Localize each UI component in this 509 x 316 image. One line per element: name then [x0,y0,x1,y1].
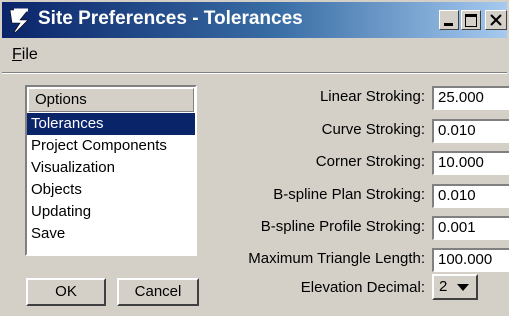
corner-stroking-label: Corner Stroking: [315,153,425,170]
bspline-plan-stroking-label: B-spline Plan Stroking: [273,186,425,203]
close-button[interactable] [485,10,507,30]
options-item-visualization[interactable]: Visualization [27,157,195,179]
dropdown-arrow-icon [457,284,469,291]
bspline-profile-stroking-field[interactable]: 0.001 [432,216,509,240]
minimize-button[interactable] [439,10,459,30]
cancel-button[interactable]: Cancel [117,278,199,306]
curve-stroking-field[interactable]: 0.010 [432,119,509,143]
menu-file-mnemonic: F [12,46,22,63]
close-icon [490,14,502,26]
options-item-tolerances[interactable]: Tolerances [27,113,195,135]
options-item-objects[interactable]: Objects [27,179,195,201]
corner-stroking-field[interactable]: 10.000 [432,151,509,175]
title-bar[interactable]: Site Preferences - Tolerances [2,2,507,38]
bspline-profile-stroking-label: B-spline Profile Stroking: [260,218,425,235]
site-preferences-window: Site Preferences - Tolerances File Optio… [0,0,509,316]
ok-button[interactable]: OK [26,278,106,306]
elevation-decimal-select[interactable]: 2 [432,274,478,300]
menu-bar: File [2,40,507,73]
options-item-updating[interactable]: Updating [27,201,195,223]
menu-file[interactable]: File [12,46,38,64]
bentley-b-icon [9,8,29,33]
max-triangle-length-field[interactable]: 100.000 [432,248,509,272]
elevation-decimal-value: 2 [439,278,448,295]
bspline-plan-stroking-field[interactable]: 0.010 [432,184,509,208]
options-item-save[interactable]: Save [27,223,195,245]
elevation-decimal-label: Elevation Decimal: [300,279,425,296]
options-header: Options [28,88,194,112]
menu-file-rest: ile [21,46,38,63]
curve-stroking-label: Curve Stroking: [321,121,425,138]
window-title: Site Preferences - Tolerances [38,8,303,29]
linear-stroking-field[interactable]: 25.000 [432,86,509,110]
options-item-project-components[interactable]: Project Components [27,135,195,157]
options-list[interactable]: Options Tolerances Project Components Vi… [25,85,197,256]
max-triangle-length-label: Maximum Triangle Length: [248,250,425,267]
maximize-button[interactable] [461,10,481,30]
options-items: Tolerances Project Components Visualizat… [27,113,195,245]
linear-stroking-label: Linear Stroking: [319,88,425,105]
